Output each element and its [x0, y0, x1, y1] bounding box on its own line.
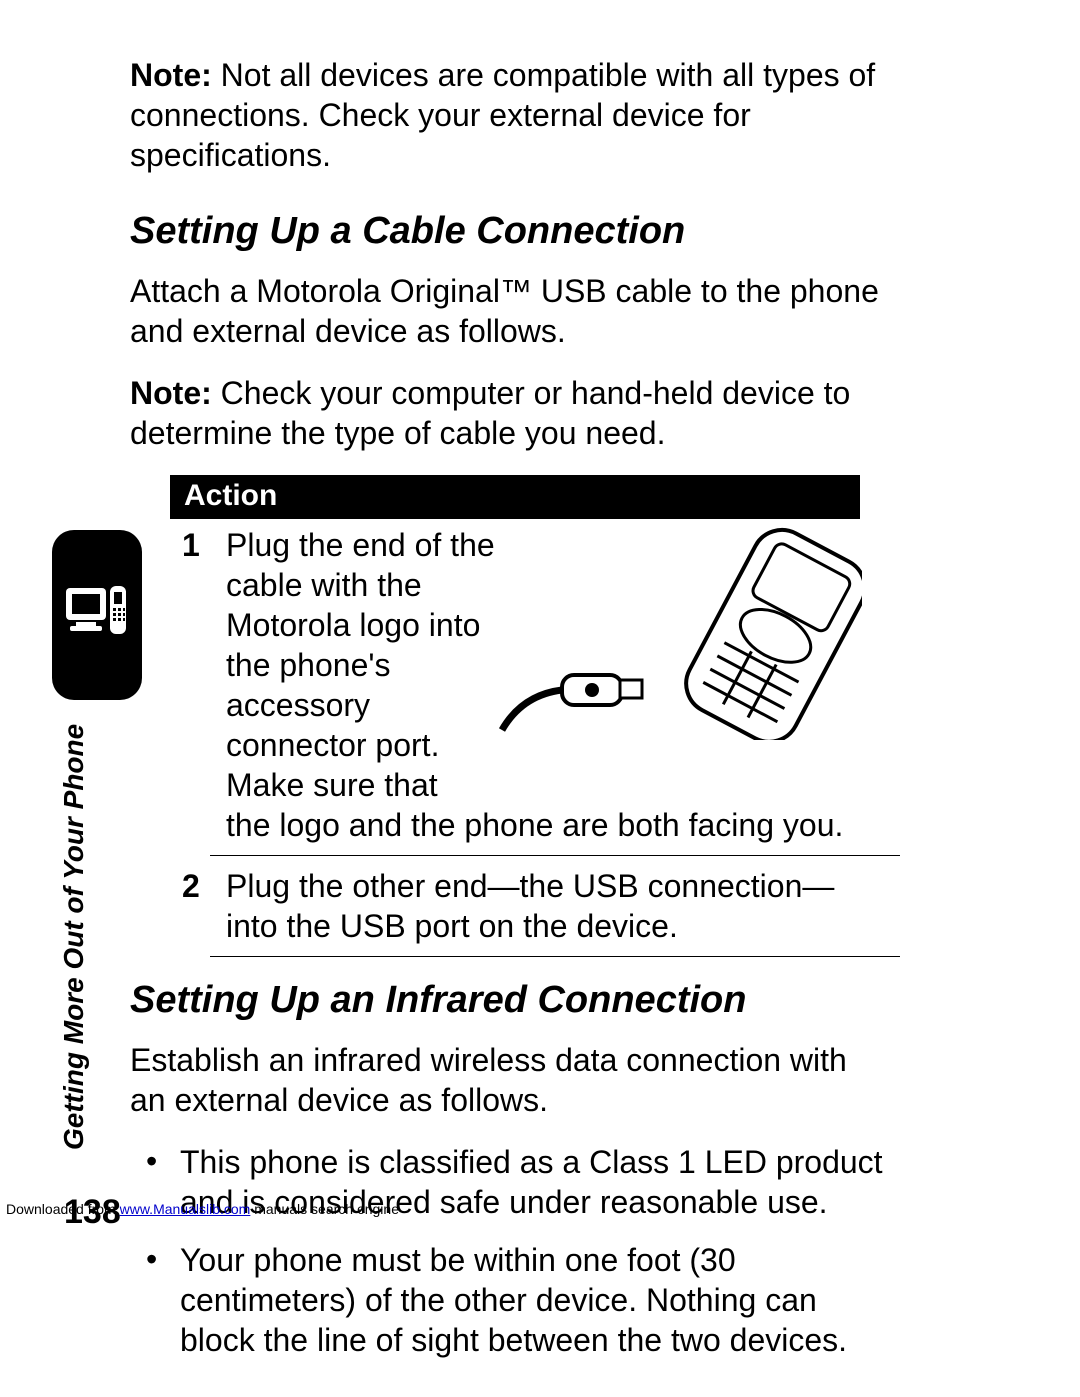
manual-page: Getting More Out of Your Phone Note: Not… — [0, 0, 1080, 1397]
manualslib-link[interactable]: www.Manualslib.com — [120, 1201, 251, 1217]
bullet-icon: • — [146, 1240, 180, 1277]
note-text: Not all devices are compatible with all … — [130, 57, 875, 173]
computer-phone-icon — [62, 580, 132, 650]
step-divider — [210, 855, 900, 856]
step-body: Plug the end of the cable with the Motor… — [226, 525, 852, 845]
list-item: • Your phone must be within one foot (30… — [146, 1240, 890, 1360]
section-badge — [52, 530, 142, 700]
footer-prefix: Downloaded from — [6, 1201, 120, 1217]
step-number: 1 — [182, 525, 226, 565]
intro-note: Note: Not all devices are compatible wit… — [130, 55, 890, 175]
phone-cable-illustration — [492, 520, 862, 740]
heading-cable: Setting Up a Cable Connection — [130, 210, 890, 253]
step-text: Plug the end of the cable with the Motor… — [226, 527, 495, 803]
ir-bullets: • This phone is classified as a Class 1 … — [146, 1142, 890, 1360]
step-row: 2 Plug the other end—the USB connection—… — [170, 860, 860, 954]
step-text: Plug the other end—the USB connection—in… — [226, 868, 834, 944]
cable-para1: Attach a Motorola Original™ USB cable to… — [130, 271, 890, 351]
step-body: Plug the other end—the USB connection—in… — [226, 866, 852, 946]
page-content: Note: Not all devices are compatible wit… — [130, 55, 890, 1378]
action-header: Action — [170, 475, 860, 519]
ir-para1: Establish an infrared wireless data conn… — [130, 1040, 890, 1120]
cable-note: Note: Check your computer or hand-held d… — [130, 373, 890, 453]
note-text: Check your computer or hand-held device … — [130, 375, 850, 451]
download-footer: Downloaded from www.Manualslib.com manua… — [6, 1201, 399, 1217]
note-label: Note: — [130, 57, 212, 93]
note-label: Note: — [130, 375, 212, 411]
heading-infrared: Setting Up an Infrared Connection — [130, 979, 890, 1022]
step-number: 2 — [182, 866, 226, 906]
section-side-label: Getting More Out of Your Phone — [58, 724, 90, 1150]
step-divider — [210, 956, 900, 957]
step-row: 1 Plug the end of the cable with the Mot… — [170, 519, 860, 853]
footer-suffix: manuals search engine — [250, 1201, 399, 1217]
bullet-text: Your phone must be within one foot (30 c… — [180, 1240, 890, 1360]
bullet-icon: • — [146, 1142, 180, 1179]
action-steps: 1 Plug the end of the cable with the Mot… — [170, 519, 860, 957]
step-text-continued: the logo and the phone are both facing y… — [226, 807, 843, 843]
